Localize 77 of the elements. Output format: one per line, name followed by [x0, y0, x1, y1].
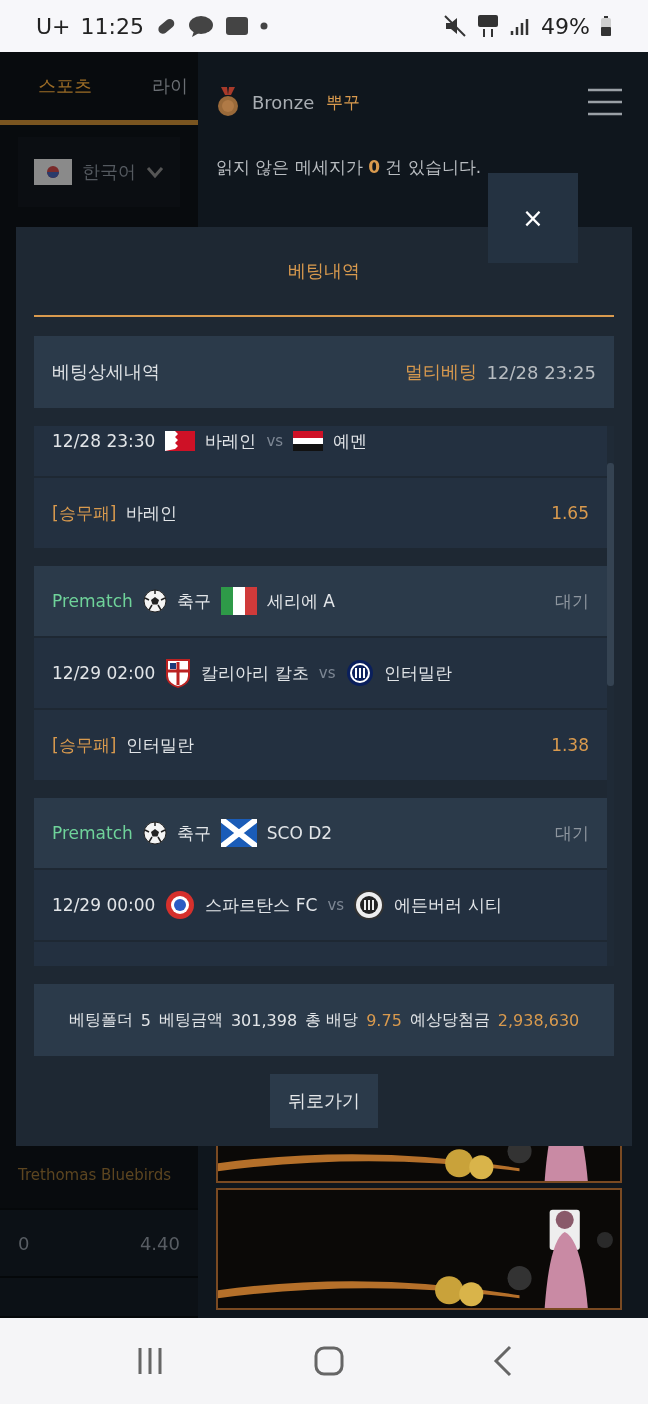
sport-text: 축구	[176, 821, 211, 845]
league-text: SCO D2	[266, 823, 333, 843]
team-name: 바레인	[205, 429, 257, 453]
team-name: 에든버러 시티	[394, 893, 502, 917]
flag-icon	[165, 431, 196, 451]
summary-value: 2,938,630	[497, 1010, 580, 1030]
soccer-ball-icon	[142, 589, 167, 613]
scrollbar-thumb[interactable]	[607, 463, 614, 686]
bet-type: 멀티베팅	[404, 360, 477, 384]
market-text: [승무패]	[52, 733, 117, 757]
row-label: 0	[18, 1232, 30, 1254]
app-icon	[223, 14, 250, 38]
match-time: 12/29 00:00	[52, 895, 156, 915]
mode-text: Prematch	[52, 591, 133, 611]
bet-time: 12/28 23:25	[486, 361, 596, 383]
network-icon	[477, 14, 500, 38]
crest-icon	[354, 890, 385, 920]
selection-text: 바레인	[126, 501, 178, 525]
team-name: 인터밀란	[383, 661, 452, 685]
vs-text: vs	[266, 432, 284, 450]
summary-value: 9.75	[366, 1010, 402, 1030]
mute-icon	[443, 14, 468, 38]
team-name: 스파르탄스 FC	[205, 893, 318, 917]
summary-value: 5	[140, 1010, 151, 1030]
mode-text: Prematch	[52, 823, 133, 843]
league-text: 세리에 A	[266, 589, 335, 613]
summary-label: 베팅금액	[158, 1009, 223, 1031]
team-name: 예멘	[333, 429, 368, 453]
flag-icon	[220, 819, 257, 847]
odds-text: 1.38	[551, 735, 589, 755]
username-text: 뿌꾸	[326, 90, 361, 114]
summary-label: 예상당첨금	[409, 1009, 490, 1031]
soccer-ball-icon	[142, 821, 167, 845]
crest-icon	[165, 890, 196, 920]
close-button[interactable]: ×	[488, 173, 578, 263]
header-label: 베팅상세내역	[52, 360, 160, 384]
crest-icon	[345, 659, 374, 687]
match-time: 12/28 23:30	[52, 431, 156, 451]
list-row[interactable]	[0, 1278, 198, 1318]
modal-title: 베팅내역	[288, 259, 360, 283]
summary-value: 301,398	[230, 1010, 298, 1030]
flag-icon	[34, 159, 72, 185]
battery-text: 49%	[541, 13, 590, 39]
list-row[interactable]: 0 4.40	[0, 1210, 198, 1278]
selection-text: 인터밀란	[126, 733, 195, 757]
summary-label: 베팅폴더	[68, 1009, 133, 1031]
clock-text: 11:25	[80, 13, 144, 39]
status-text: 대기	[555, 821, 589, 845]
message-text: 읽지 않은 메세지가 0 건 있습니다.	[216, 156, 483, 179]
nav-tab[interactable]: 라이	[152, 74, 188, 98]
carrier-text: U+	[36, 13, 71, 39]
match-time: 12/29 02:00	[52, 663, 156, 683]
crest-icon	[165, 658, 192, 688]
menu-icon	[588, 88, 622, 116]
market-text: [승무패]	[52, 501, 117, 525]
vs-text: vs	[327, 896, 345, 914]
battery-icon	[600, 15, 612, 37]
summary-label: 총 배당	[305, 1009, 359, 1031]
odds-text: 1.65	[551, 503, 589, 523]
team-name: 칼리아리 칼초	[201, 661, 309, 685]
flag-icon	[220, 587, 257, 615]
back-icon	[493, 1345, 514, 1377]
medal-icon	[216, 87, 240, 117]
rank-text: Bronze	[252, 91, 315, 113]
back-button[interactable]: 뒤로가기	[270, 1074, 378, 1128]
chat-bubble-icon	[187, 14, 214, 38]
row-value: 4.40	[139, 1232, 180, 1254]
chevron-down-icon	[146, 165, 164, 179]
status-text: 대기	[555, 589, 589, 613]
home-icon	[314, 1346, 344, 1376]
row-label: Trethomas Bluebirds	[18, 1166, 172, 1184]
flag-icon	[293, 431, 324, 451]
sport-text: 축구	[176, 589, 211, 613]
vs-text: vs	[318, 664, 336, 682]
nav-tab[interactable]: 스포츠	[38, 74, 92, 98]
dot-icon	[259, 22, 268, 30]
language-select[interactable]: 한국어	[18, 137, 180, 207]
